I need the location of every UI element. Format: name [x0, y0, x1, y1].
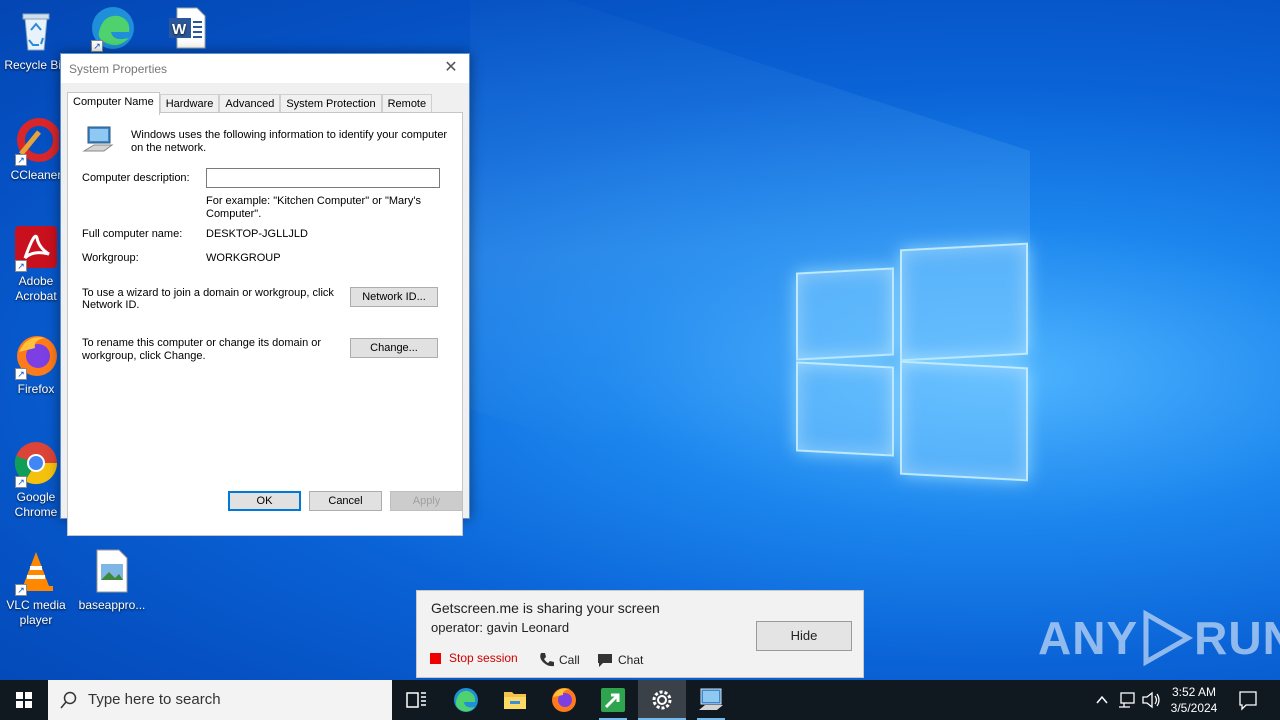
rename-text-line1: To rename this computer or change its do…	[82, 337, 322, 349]
dialog-title: System Properties	[69, 62, 168, 76]
intro-text-line1: Windows uses the following information t…	[131, 129, 448, 141]
tab-system-protection[interactable]: System Protection	[280, 94, 382, 114]
edge-icon	[454, 688, 478, 712]
example-text-line2: Computer".	[206, 208, 262, 220]
stop-session-button[interactable]: Stop session	[430, 651, 518, 665]
getscreen-icon	[601, 688, 625, 712]
task-view-button[interactable]	[392, 680, 440, 720]
ok-button[interactable]: OK	[228, 491, 301, 511]
watermark-text-right: RUN	[1194, 612, 1280, 664]
taskbar-clock[interactable]: 3:52 AM 3/5/2024	[1162, 684, 1226, 716]
phone-icon	[540, 653, 554, 667]
system-properties-dialog: System Properties ✕ Computer Name Hardwa…	[60, 53, 470, 536]
firefox-icon: ↗	[13, 332, 59, 380]
cancel-button[interactable]: Cancel	[309, 491, 382, 511]
dialog-titlebar[interactable]: System Properties ✕	[61, 54, 469, 83]
ccleaner-icon: ↗	[13, 118, 61, 166]
call-button[interactable]: Call	[537, 651, 580, 669]
chat-label: Chat	[618, 653, 644, 667]
anyrun-watermark: ANY RUN	[1038, 608, 1280, 668]
hide-button[interactable]: Hide	[756, 621, 852, 651]
sharing-message: Getscreen.me is sharing your screen	[431, 600, 660, 616]
network-tray-button[interactable]	[1116, 680, 1138, 720]
taskbar-system-properties[interactable]	[687, 680, 735, 720]
desktop-icon-label: VLC media player	[6, 598, 66, 627]
operator-text: operator: gavin Leonard	[431, 620, 570, 635]
chat-button[interactable]: Chat	[596, 651, 643, 669]
word-document-icon: W	[163, 4, 209, 50]
computer-description-input[interactable]	[206, 168, 440, 188]
chevron-up-icon	[1096, 695, 1108, 704]
screen-sharing-popup: Getscreen.me is sharing your screen oper…	[416, 590, 864, 678]
notification-icon	[1239, 691, 1257, 711]
firefox-icon	[552, 688, 576, 712]
clock-time: 3:52 AM	[1171, 685, 1217, 699]
wizard-text-line2: Network ID.	[82, 299, 140, 311]
desktop-icon-edge[interactable]: ↗	[76, 4, 148, 54]
network-icon	[1119, 692, 1135, 708]
close-icon[interactable]: ✕	[441, 58, 461, 78]
watermark-text-left: ANY	[1038, 612, 1139, 664]
chat-icon	[598, 654, 612, 667]
workgroup-label: Workgroup:	[82, 252, 139, 264]
image-file-icon	[89, 548, 135, 594]
desktop-icon-vlc[interactable]: ↗ VLC media player	[0, 548, 72, 628]
edge-icon: ↗	[89, 4, 135, 52]
computer-description-label: Computer description:	[82, 172, 190, 184]
settings-icon	[652, 690, 672, 710]
start-button[interactable]	[0, 680, 48, 720]
wizard-text-line1: To use a wizard to join a domain or work…	[82, 287, 334, 299]
tab-strip: Computer Name Hardware Advanced System P…	[67, 92, 433, 115]
desktop-icon-label: baseappro...	[78, 598, 146, 612]
computer-name-panel: Windows uses the following information t…	[67, 112, 463, 536]
full-computer-name-value: DESKTOP-JGLLJLD	[206, 228, 308, 240]
taskbar: Type here to search 3:52 AM 3/5/2024	[0, 680, 1280, 720]
volume-tray-button[interactable]	[1140, 680, 1162, 720]
taskbar-search-box[interactable]: Type here to search	[48, 680, 392, 720]
network-id-button[interactable]: Network ID...	[350, 287, 438, 307]
intro-text-line2: on the network.	[131, 142, 207, 154]
rename-text-line2: workgroup, click Change.	[82, 350, 206, 362]
search-placeholder: Type here to search	[88, 691, 221, 708]
tab-computer-name[interactable]: Computer Name	[67, 92, 160, 115]
example-text-line1: For example: "Kitchen Computer" or "Mary…	[206, 195, 421, 207]
call-label: Call	[559, 653, 580, 667]
svg-text:W: W	[172, 21, 187, 38]
windows-logo-wallpaper	[796, 240, 1028, 482]
show-hidden-icons-button[interactable]	[1092, 680, 1112, 720]
recycle-bin-icon	[13, 8, 59, 54]
desktop-icon-image-file[interactable]: baseappro...	[76, 548, 148, 613]
computer-icon	[82, 125, 114, 155]
workgroup-value: WORKGROUP	[206, 252, 281, 264]
taskbar-settings[interactable]	[638, 680, 686, 720]
chrome-icon: ↗	[13, 440, 59, 488]
tab-advanced[interactable]: Advanced	[219, 94, 281, 114]
stop-session-label: Stop session	[449, 651, 518, 665]
search-icon	[60, 691, 77, 709]
tab-hardware[interactable]: Hardware	[159, 94, 220, 114]
adobe-acrobat-icon: ↗	[13, 224, 59, 272]
taskbar-file-explorer[interactable]	[491, 680, 539, 720]
tab-remote[interactable]: Remote	[381, 94, 433, 114]
windows-start-icon	[16, 692, 32, 708]
task-view-icon	[406, 692, 426, 708]
taskbar-edge[interactable]	[442, 680, 490, 720]
system-properties-icon	[699, 688, 723, 710]
action-center-button[interactable]	[1234, 680, 1262, 720]
play-logo-icon	[1143, 609, 1194, 667]
file-explorer-icon	[504, 692, 526, 709]
desktop-icon-word-document[interactable]: W	[150, 4, 222, 54]
taskbar-getscreen[interactable]	[589, 680, 637, 720]
full-computer-name-label: Full computer name:	[82, 228, 183, 240]
apply-button[interactable]: Apply	[390, 491, 463, 511]
clock-date: 3/5/2024	[1170, 701, 1218, 715]
vlc-icon: ↗	[13, 548, 59, 596]
speaker-icon	[1142, 691, 1160, 709]
stop-icon	[430, 652, 441, 664]
taskbar-firefox[interactable]	[540, 680, 588, 720]
change-button[interactable]: Change...	[350, 338, 438, 358]
